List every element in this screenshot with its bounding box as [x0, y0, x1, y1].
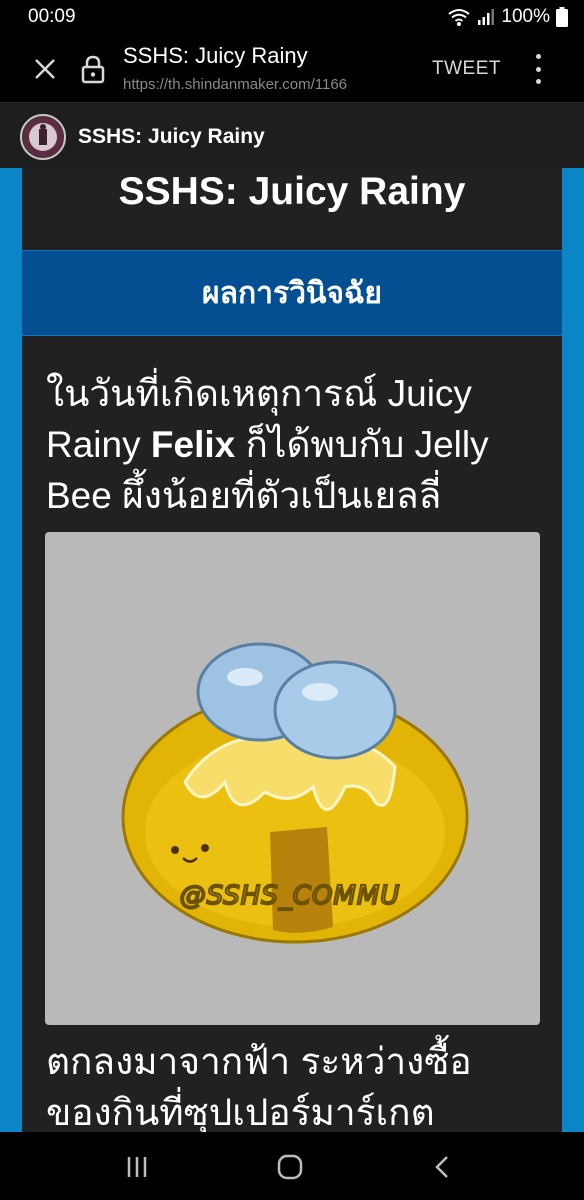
home-icon[interactable]	[273, 1150, 307, 1184]
battery-percent: 100%	[501, 6, 550, 27]
tab-page-title[interactable]: SSHS: Juicy Rainy	[123, 43, 308, 69]
site-name[interactable]: SSHS: Juicy Rainy	[78, 125, 265, 149]
result-card: SSHS: Juicy Rainy ผลการวินิจฉัย ในวันที่…	[22, 168, 562, 1132]
status-time: 00:09	[28, 6, 76, 27]
status-icons: 100%	[447, 6, 568, 28]
result-image: @SSHS_COMMU	[45, 532, 540, 1025]
result-name: Felix	[150, 424, 236, 465]
content-area: SSHS: Juicy Rainy ผลการวินิจฉัย ในวันที่…	[0, 168, 584, 1132]
more-vert-icon[interactable]	[526, 54, 550, 84]
signal-icon	[477, 8, 495, 26]
recent-apps-icon[interactable]	[120, 1150, 154, 1184]
result-text: ในวันที่เกิดเหตุการณ์ Juicy Rainy Felix …	[46, 368, 542, 521]
status-bar: 00:09 100%	[0, 0, 584, 36]
browser-toolbar: SSHS: Juicy Rainy https://th.shindanmake…	[0, 36, 584, 102]
battery-icon	[556, 7, 568, 27]
close-button[interactable]	[30, 54, 60, 84]
wifi-icon	[447, 7, 471, 27]
site-logo[interactable]	[20, 114, 66, 160]
page-title: SSHS: Juicy Rainy	[118, 170, 466, 213]
back-icon[interactable]	[425, 1150, 459, 1184]
lock-icon[interactable]	[80, 54, 106, 84]
result-heading: ผลการวินิจฉัย	[22, 250, 562, 336]
close-icon	[35, 59, 55, 79]
result-text-continued: ตกลงมาจากฟ้า ระหว่างซื้อของกินที่ซุปเปอร…	[46, 1041, 472, 1132]
site-header: SSHS: Juicy Rainy	[0, 102, 584, 169]
tweet-button[interactable]: TWEET	[432, 58, 501, 80]
url-text[interactable]: https://th.shindanmaker.com/1166	[123, 76, 413, 93]
image-watermark: @SSHS_COMMU	[180, 881, 401, 911]
system-nav-bar	[0, 1132, 584, 1200]
